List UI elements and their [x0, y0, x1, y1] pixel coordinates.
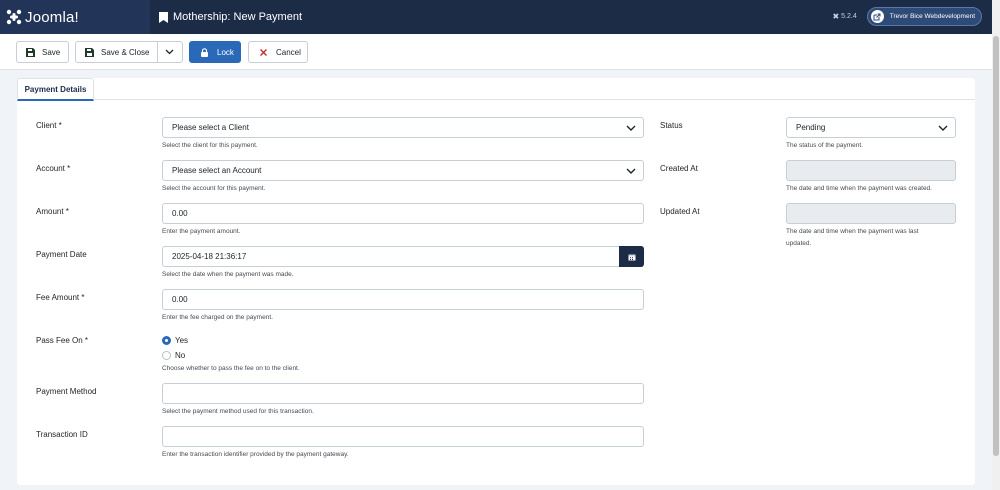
view-site-button[interactable]: Trevor Bice Webdevelopment [866, 7, 982, 26]
save-button[interactable]: Save [16, 41, 69, 63]
pass-fee-yes-label: Yes [175, 336, 189, 345]
chevron-down-icon [938, 125, 948, 131]
transaction-id-help: Enter the transaction identifier provide… [162, 451, 349, 458]
calendar-button[interactable] [619, 246, 644, 267]
calendar-icon [628, 254, 635, 260]
cancel-button[interactable]: Cancel [248, 41, 308, 63]
account-select[interactable]: Please select an Account [162, 160, 644, 181]
bookmark-icon [159, 11, 168, 23]
radio-unselected-icon [162, 351, 171, 360]
created-at-help: The date and time when the payment was c… [786, 185, 932, 192]
radio-selected-icon [162, 336, 171, 345]
created-at-label: Created At [660, 164, 698, 173]
save-close-button[interactable]: Save & Close [75, 41, 183, 63]
brand-name: Joomla! [25, 8, 79, 26]
save-label: Save [42, 47, 61, 57]
button-divider [157, 42, 158, 62]
lock-label: Lock [217, 47, 234, 57]
chevron-down-icon[interactable] [165, 48, 174, 56]
updated-at-help-line1: The date and time when the payment was l… [786, 228, 919, 235]
payment-date-label: Payment Date [36, 250, 87, 259]
transaction-id-label: Transaction ID [36, 430, 88, 439]
amount-value: 0.00 [172, 209, 188, 218]
payment-method-input[interactable] [162, 383, 644, 404]
fee-amount-value: 0.00 [172, 295, 188, 304]
pass-fee-no-radio[interactable]: No [162, 351, 185, 360]
page-scrollbar[interactable] [992, 0, 1000, 490]
transaction-id-input[interactable] [162, 426, 644, 447]
payment-date-value: 2025-04-18 21:36:17 [172, 252, 247, 261]
joomla-logo-icon [6, 9, 22, 25]
close-icon [260, 48, 267, 56]
updated-at-input [786, 203, 956, 224]
client-select[interactable]: Please select a Client [162, 117, 644, 138]
pass-fee-on-help: Choose whether to pass the fee on to the… [162, 365, 300, 372]
lock-icon [201, 47, 208, 57]
created-at-input [786, 160, 956, 181]
page-title-text: Mothership: New Payment [173, 11, 302, 23]
tab-payment-details[interactable]: Payment Details [17, 78, 94, 101]
payment-method-label: Payment Method [36, 387, 97, 396]
save-icon [26, 47, 35, 57]
payment-date-help: Select the date when the payment was mad… [162, 271, 294, 278]
app-header: Joomla! Mothership: New Payment ✖ 5.2.4 … [0, 0, 1000, 34]
joomla-logo[interactable]: Joomla! [0, 0, 150, 34]
fee-amount-input[interactable]: 0.00 [162, 289, 644, 310]
account-help: Select the account for this payment. [162, 185, 266, 192]
client-help: Select the client for this payment. [162, 142, 258, 149]
pass-fee-yes-radio[interactable]: Yes [162, 336, 188, 345]
payment-date-input[interactable]: 2025-04-18 21:36:17 [162, 246, 644, 267]
joomla-version: ✖ 5.2.4 [832, 12, 856, 21]
pass-fee-no-label: No [175, 351, 186, 360]
chevron-down-icon [626, 168, 636, 174]
amount-label: Amount * [36, 207, 69, 216]
lock-button[interactable]: Lock [189, 41, 241, 63]
amount-help: Enter the payment amount. [162, 228, 241, 235]
save-icon [85, 47, 94, 57]
tab-bar: Payment Details [17, 78, 975, 101]
payment-form-card: Payment Details Client * Please select a… [17, 78, 975, 485]
joomla-mini-icon: ✖ [832, 12, 840, 21]
status-label: Status [660, 121, 683, 130]
external-link-icon [870, 10, 884, 23]
version-text: 5.2.4 [841, 13, 857, 20]
account-select-value: Please select an Account [172, 166, 262, 175]
status-help: The status of the payment. [786, 142, 863, 149]
updated-at-help-line2: updated. [786, 240, 812, 247]
toolbar: Save Save & Close Lock Cancel [0, 34, 992, 70]
payment-method-help: Select the payment method used for this … [162, 408, 314, 415]
chevron-down-icon [626, 125, 636, 131]
status-select-value: Pending [796, 123, 826, 132]
site-name: Trevor Bice Webdevelopment [889, 13, 975, 20]
fee-amount-help: Enter the fee charged on the payment. [162, 314, 273, 321]
cancel-label: Cancel [276, 47, 301, 57]
fee-amount-label: Fee Amount * [36, 293, 85, 302]
client-select-value: Please select a Client [172, 123, 249, 132]
account-label: Account * [36, 164, 71, 173]
status-select[interactable]: Pending [786, 117, 956, 138]
client-label: Client * [36, 121, 62, 130]
amount-input[interactable]: 0.00 [162, 203, 644, 224]
pass-fee-on-label: Pass Fee On * [36, 336, 89, 345]
page-title: Mothership: New Payment [159, 11, 302, 23]
scrollbar-thumb[interactable] [993, 36, 999, 456]
updated-at-label: Updated At [660, 207, 700, 216]
save-close-label: Save & Close [101, 47, 150, 57]
